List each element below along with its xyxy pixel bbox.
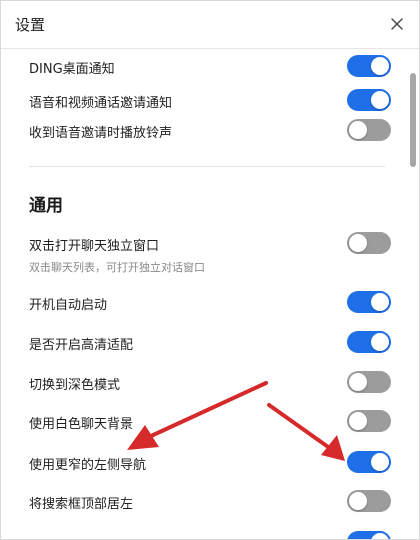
toggle-switch[interactable]: [347, 291, 391, 313]
setting-label: 使用更窄的左侧导航: [29, 458, 147, 473]
toggle-knob: [371, 333, 389, 351]
toggle-knob: [349, 492, 367, 510]
setting-row-autostart: 开机自动启动: [29, 291, 391, 315]
setting-row-call-invite: 语音和视频通话邀请通知: [29, 89, 391, 113]
toggle-knob: [371, 533, 389, 539]
settings-window: 设置 DING桌面通知 语音和视频通话邀请通知 收到语音邀请时播放铃声 通用 双…: [0, 0, 420, 540]
setting-label: DING桌面通知: [29, 62, 115, 77]
toggle-knob: [371, 91, 389, 109]
toggle-knob: [349, 412, 367, 430]
setting-label: 将搜索框顶部居左: [29, 497, 134, 512]
setting-row-narrow-nav: 使用更窄的左侧导航: [29, 451, 391, 475]
scrollbar-thumb[interactable]: [410, 73, 416, 167]
toggle-switch[interactable]: [347, 55, 391, 77]
toggle-knob: [371, 293, 389, 311]
setting-row-ringtone: 收到语音邀请时播放铃声: [29, 119, 391, 143]
section-heading-general: 通用: [29, 196, 63, 216]
title-bar: 设置: [1, 1, 419, 49]
window-title: 设置: [15, 16, 46, 34]
toggle-switch[interactable]: [347, 410, 391, 432]
setting-label: 双击打开聊天独立窗口: [29, 239, 160, 254]
setting-label: 切换到深色模式: [29, 378, 121, 393]
toggle-knob: [371, 57, 389, 75]
toggle-switch[interactable]: [347, 119, 391, 141]
toggle-switch[interactable]: [347, 371, 391, 393]
toggle-switch[interactable]: [347, 331, 391, 353]
setting-label: 使用白色聊天背景: [29, 417, 134, 432]
setting-row-dark-mode: 切换到深色模式: [29, 371, 391, 395]
close-icon: [391, 18, 403, 30]
toggle-switch[interactable]: [347, 451, 391, 473]
toggle-switch[interactable]: [347, 490, 391, 512]
toggle-knob: [349, 121, 367, 139]
setting-label: 收到语音邀请时播放铃声: [29, 126, 173, 141]
setting-row-hd-adapt: 是否开启高清适配: [29, 331, 391, 355]
section-divider: [29, 166, 385, 167]
toggle-switch[interactable]: [347, 531, 391, 539]
toggle-knob: [371, 453, 389, 471]
toggle-knob: [349, 373, 367, 391]
setting-row-double-click-window: 双击打开聊天独立窗口 双击聊天列表，可打开独立对话窗口: [29, 231, 391, 275]
setting-row-partial: [29, 531, 391, 539]
setting-row-search-left: 将搜索框顶部居左: [29, 490, 391, 514]
setting-label: 语音和视频通话邀请通知: [29, 96, 173, 111]
setting-row-ding-desktop: DING桌面通知: [29, 55, 391, 79]
setting-description: 双击聊天列表，可打开独立对话窗口: [29, 261, 205, 274]
toggle-switch[interactable]: [347, 89, 391, 111]
close-button[interactable]: [387, 14, 407, 34]
setting-row-white-chat-bg: 使用白色聊天背景: [29, 410, 391, 434]
setting-label: 开机自动启动: [29, 298, 108, 313]
setting-label: 是否开启高清适配: [29, 338, 134, 353]
settings-content: DING桌面通知 语音和视频通话邀请通知 收到语音邀请时播放铃声 通用 双击打开…: [1, 49, 419, 539]
toggle-switch[interactable]: [347, 232, 391, 254]
toggle-knob: [349, 234, 367, 252]
